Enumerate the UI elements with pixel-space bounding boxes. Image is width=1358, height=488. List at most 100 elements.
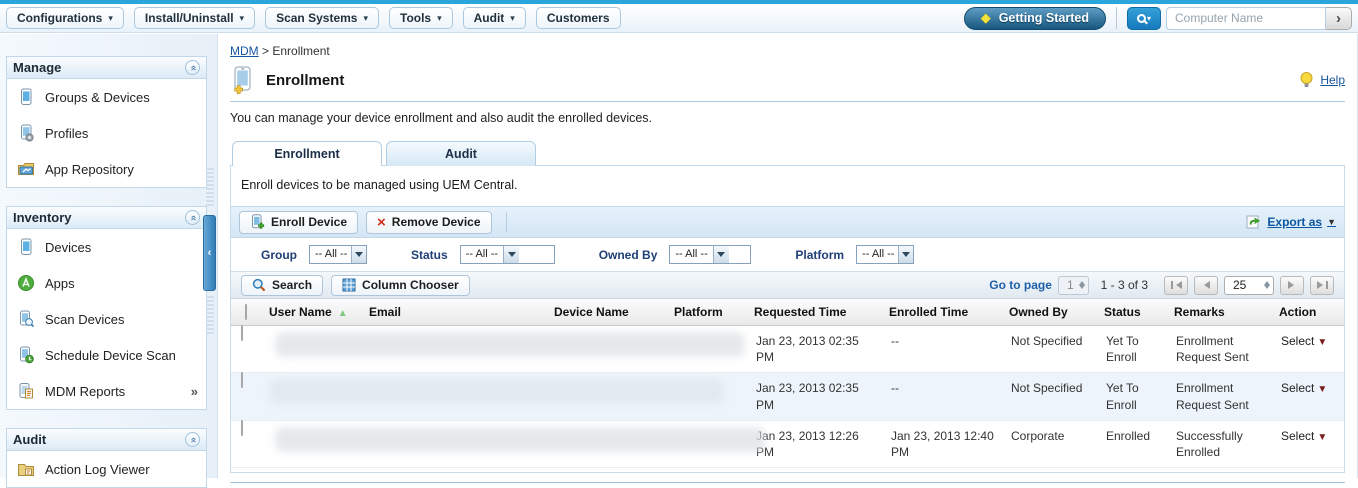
menu-label: Configurations bbox=[17, 11, 102, 25]
enroll-device-button[interactable]: Enroll Device bbox=[239, 211, 358, 234]
column-chooser-button[interactable]: Column Chooser bbox=[331, 275, 470, 296]
first-page-button[interactable] bbox=[1164, 276, 1188, 295]
sidebar-collapse-handle[interactable]: ‹ bbox=[203, 215, 216, 291]
enrollment-table: User Name▲ Email Device Name Platform Re… bbox=[231, 299, 1344, 468]
page-size-value: 25 bbox=[1233, 278, 1246, 292]
sidebar-item-action-log-viewer[interactable]: Action Log Viewer bbox=[7, 451, 206, 487]
caret-down-icon: ▾ bbox=[437, 13, 442, 24]
caret-down-icon: ▾ bbox=[510, 13, 515, 24]
sidebar-item-label: Profiles bbox=[45, 126, 88, 141]
bulb-icon bbox=[1299, 71, 1314, 89]
selected-value: -- All -- bbox=[310, 246, 351, 263]
sidebar-item-mdm-reports[interactable]: MDM Reports » bbox=[7, 373, 206, 409]
remarks-cell: Successfully Enrolled bbox=[1170, 421, 1275, 467]
double-chevron-up-icon: « bbox=[188, 65, 198, 71]
menu-install-uninstall[interactable]: Install/Uninstall ▾ bbox=[134, 7, 255, 29]
caret-down-icon bbox=[713, 246, 729, 263]
col-owned-by[interactable]: Owned By bbox=[1005, 305, 1100, 319]
col-user-name[interactable]: User Name▲ bbox=[265, 305, 365, 319]
col-status[interactable]: Status bbox=[1100, 305, 1170, 319]
search-scope-button[interactable]: ▾ bbox=[1127, 7, 1161, 30]
menu-audit[interactable]: Audit ▾ bbox=[463, 7, 526, 29]
last-page-button[interactable] bbox=[1310, 276, 1334, 295]
getting-started-button[interactable]: ◆ Getting Started bbox=[964, 7, 1106, 30]
menu-label: Scan Systems bbox=[276, 11, 357, 25]
menu-customers[interactable]: Customers bbox=[536, 7, 621, 29]
col-device-name[interactable]: Device Name bbox=[550, 305, 670, 319]
caret-down-icon: ▾ bbox=[363, 13, 368, 24]
row-action-select[interactable]: Select▼ bbox=[1275, 421, 1349, 452]
table-row: Jan 23, 2013 02:35 PM -- Not Specified Y… bbox=[231, 326, 1344, 373]
tab-strip: Enrollment Audit bbox=[230, 141, 1345, 166]
breadcrumb-mdm-link[interactable]: MDM bbox=[230, 44, 259, 58]
status-filter-select[interactable]: -- All -- bbox=[460, 245, 555, 264]
computer-name-input[interactable] bbox=[1166, 7, 1326, 30]
help-link[interactable]: Help bbox=[1320, 73, 1345, 87]
redacted-user-info bbox=[275, 332, 745, 357]
owned-by-cell: Corporate bbox=[1005, 421, 1100, 451]
row-checkbox[interactable] bbox=[241, 372, 243, 388]
section-header-manage: Manage « bbox=[7, 57, 206, 79]
menu-scan-systems[interactable]: Scan Systems ▾ bbox=[265, 7, 379, 29]
group-filter-select[interactable]: -- All -- bbox=[309, 245, 367, 264]
status-cell: Yet To Enroll bbox=[1100, 373, 1170, 419]
sidebar-item-devices[interactable]: Devices bbox=[7, 229, 206, 265]
col-enrolled-time[interactable]: Enrolled Time bbox=[885, 305, 1005, 319]
page-title-row: Enrollment Help bbox=[230, 66, 1345, 94]
tab-audit[interactable]: Audit bbox=[386, 141, 536, 166]
enrollment-device-icon bbox=[230, 66, 256, 94]
remove-device-button[interactable]: × Remove Device bbox=[366, 211, 491, 234]
device-icon bbox=[17, 88, 35, 106]
menu-label: Customers bbox=[547, 11, 610, 25]
scan-device-icon bbox=[17, 310, 35, 328]
page-size-spinner[interactable]: 25 bbox=[1224, 276, 1274, 295]
collapse-section-button[interactable]: « bbox=[185, 60, 200, 75]
row-checkbox[interactable] bbox=[241, 325, 243, 341]
row-action-select[interactable]: Select▼ bbox=[1275, 373, 1349, 404]
selected-value: -- All -- bbox=[670, 246, 712, 263]
row-action-select[interactable]: Select▼ bbox=[1275, 326, 1349, 357]
sidebar-item-apps[interactable]: Apps bbox=[7, 265, 206, 301]
collapse-section-button[interactable]: « bbox=[185, 210, 200, 225]
sidebar-item-profiles[interactable]: Profiles bbox=[7, 115, 206, 151]
col-requested-time[interactable]: Requested Time bbox=[750, 305, 885, 319]
select-all-checkbox[interactable] bbox=[245, 304, 247, 320]
menu-label: Audit bbox=[474, 11, 505, 25]
section-header-inventory: Inventory « bbox=[7, 207, 206, 229]
menu-tools[interactable]: Tools ▾ bbox=[389, 7, 453, 29]
platform-filter-select[interactable]: -- All -- bbox=[856, 245, 914, 264]
col-remarks[interactable]: Remarks bbox=[1170, 305, 1275, 319]
spinner-arrows-icon bbox=[1264, 278, 1270, 292]
menubar-divider bbox=[1116, 7, 1117, 29]
profile-device-icon bbox=[17, 124, 35, 142]
sidebar-item-label: Groups & Devices bbox=[45, 90, 150, 105]
enrolled-time-cell: -- bbox=[885, 326, 1005, 356]
app-folder-icon bbox=[17, 160, 35, 178]
search-go-button[interactable]: › bbox=[1326, 7, 1352, 30]
export-as-dropdown[interactable]: Export as ▼ bbox=[1246, 215, 1336, 230]
enroll-device-icon bbox=[250, 214, 265, 230]
filter-label-group: Group bbox=[261, 248, 297, 262]
next-page-button[interactable] bbox=[1280, 276, 1304, 295]
sidebar-item-scan-devices[interactable]: Scan Devices bbox=[7, 301, 206, 337]
menu-configurations[interactable]: Configurations ▾ bbox=[6, 7, 124, 29]
page-number-spinner[interactable]: 1 bbox=[1058, 276, 1089, 295]
row-checkbox[interactable] bbox=[241, 420, 243, 436]
owned-by-filter-select[interactable]: -- All -- bbox=[669, 245, 751, 264]
tab-enrollment[interactable]: Enrollment bbox=[232, 141, 382, 166]
content-bottom-divider bbox=[230, 482, 1345, 483]
caret-down-icon: ▾ bbox=[1147, 14, 1151, 23]
sidebar-item-schedule-device-scan[interactable]: Schedule Device Scan bbox=[7, 337, 206, 373]
collapse-section-button[interactable]: « bbox=[185, 432, 200, 447]
col-platform[interactable]: Platform bbox=[670, 305, 750, 319]
sidebar-item-app-repository[interactable]: App Repository bbox=[7, 151, 206, 187]
sidebar-item-label: App Repository bbox=[45, 162, 134, 177]
enrolled-time-cell: -- bbox=[885, 373, 1005, 403]
tab-content: Enroll devices to be managed using UEM C… bbox=[230, 165, 1345, 473]
col-email[interactable]: Email bbox=[365, 305, 550, 319]
breadcrumb-separator: > bbox=[262, 44, 269, 58]
prev-page-button[interactable] bbox=[1194, 276, 1218, 295]
filter-label-platform: Platform bbox=[795, 248, 844, 262]
search-button[interactable]: Search bbox=[241, 275, 323, 296]
sidebar-item-groups-devices[interactable]: Groups & Devices bbox=[7, 79, 206, 115]
